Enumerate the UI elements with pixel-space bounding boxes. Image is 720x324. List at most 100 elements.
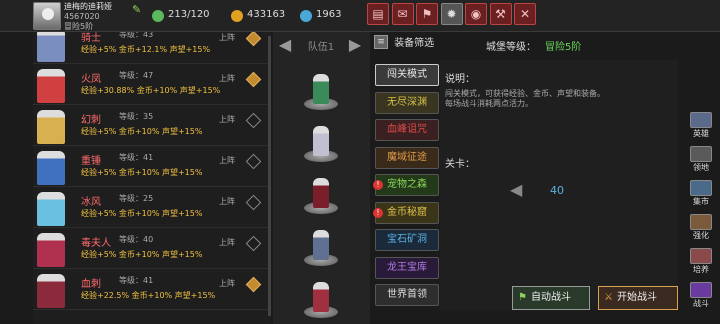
hero-list: 骑士 等级：43 经验+5% 金币+12.1% 声望+15% 上阵 火凤 等级：47 经验+…: [33, 32, 271, 324]
team-prev-icon[interactable]: ◀: [275, 36, 295, 54]
hero-level: 等级：41: [119, 153, 154, 162]
gift-button[interactable]: ⚒: [489, 3, 512, 25]
player-id: 4567020: [64, 12, 100, 21]
castle-level-label: 城堡等级：: [486, 42, 536, 53]
hero-row[interactable]: 冰风 等级：25 经验+5% 金币+10% 声望+15% 上阵: [33, 190, 271, 228]
edit-name-icon[interactable]: ✎: [132, 3, 141, 16]
mode-button[interactable]: 血峰诅咒: [375, 119, 439, 141]
hero-sprite: [37, 192, 65, 226]
hero-stats: 经验+5% 金币+10% 声望+15%: [81, 168, 203, 177]
sidebar-icon: [690, 146, 712, 162]
hero-name: 幻刺: [81, 115, 101, 126]
gold-coin-icon: [231, 10, 243, 22]
mode-button[interactable]: 魔域征途: [375, 146, 439, 169]
team-slot[interactable]: [301, 122, 341, 162]
alert-icon: !: [373, 180, 383, 190]
team-slot[interactable]: [301, 278, 341, 318]
settings-button[interactable]: ✹: [440, 3, 463, 25]
sidebar-item[interactable]: 领地: [686, 146, 716, 174]
rank-button[interactable]: ⚑: [416, 3, 438, 25]
hero-name: 火凤: [81, 74, 101, 85]
info-title: 说明：: [445, 74, 475, 85]
list-icon[interactable]: ≡: [374, 34, 388, 49]
hero-row[interactable]: 血刺 等级：41 经验+22.5% 金币+10% 声望+15% 上阵: [33, 272, 271, 310]
stage-label: 关卡：: [445, 159, 475, 170]
player-avatar[interactable]: [33, 2, 61, 30]
team-slot[interactable]: [301, 226, 341, 266]
hero-name: 冰风: [81, 197, 101, 208]
auto-battle-button[interactable]: ⚑ 自动战斗: [512, 286, 590, 310]
filter-title: 装备筛选: [394, 38, 435, 49]
shop-button[interactable]: ▤: [367, 3, 389, 25]
player-name: 迪梅的迪莉娅: [64, 2, 112, 11]
deploy-label: 上阵: [219, 279, 235, 288]
team-next-icon[interactable]: ▶: [345, 36, 365, 54]
hero-name: 血刺: [81, 279, 101, 290]
hero-sprite: [37, 110, 65, 144]
disabled-button[interactable]: ✕: [514, 3, 536, 25]
hero-row[interactable]: 骑士 等级：43 经验+5% 金币+12.1% 声望+15% 上阵: [33, 32, 271, 64]
filter-header: ≡ 装备筛选: [374, 34, 434, 49]
sidebar-label: 领地: [693, 163, 709, 172]
deploy-toggle-icon[interactable]: [245, 71, 262, 88]
stage-prev-icon[interactable]: ◀: [510, 180, 522, 199]
flag-icon: ⚑: [518, 292, 527, 303]
deploy-toggle-icon[interactable]: [245, 112, 262, 129]
team-slot[interactable]: [301, 174, 341, 214]
mode-button[interactable]: 闯关模式: [375, 64, 439, 86]
mode-button[interactable]: 世界首领: [375, 284, 439, 306]
deploy-label: 上阵: [219, 238, 235, 247]
sidebar-label: 强化: [693, 231, 709, 240]
deploy-label: 上阵: [219, 33, 235, 42]
mode-button[interactable]: 龙王宝库: [375, 256, 439, 279]
hero-row[interactable]: 毒夫人 等级：40 经验+5% 金币+10% 声望+15% 上阵: [33, 231, 271, 269]
sidebar-item[interactable]: 战斗: [686, 282, 716, 310]
hero-level: 等级：43: [119, 32, 154, 39]
hero-list-scrollbar[interactable]: [268, 36, 271, 316]
sidebar-item[interactable]: 英雄: [686, 112, 716, 140]
hero-sprite: [37, 151, 65, 185]
deploy-toggle-icon[interactable]: [245, 153, 262, 170]
deploy-label: 上阵: [219, 197, 235, 206]
sidebar-item[interactable]: 培养: [686, 248, 716, 276]
start-battle-button[interactable]: ⚔ 开始战斗: [598, 286, 678, 310]
stage-value: 40: [550, 184, 564, 197]
sidebar-label: 集市: [693, 197, 709, 206]
mode-button[interactable]: 无尽深渊: [375, 91, 439, 114]
team-slot[interactable]: [301, 70, 341, 110]
hero-stats: 经验+5% 金币+10% 声望+15%: [81, 250, 203, 259]
resource-value: 433163: [247, 9, 286, 20]
sidebar-icon: [690, 112, 712, 128]
sidebar-item[interactable]: 强化: [686, 214, 716, 242]
hero-level: 等级：40: [119, 235, 154, 244]
mode-button[interactable]: 宠物之森: [375, 174, 439, 196]
crossed-swords-icon: ⚔: [604, 292, 613, 303]
hero-figure-icon: [313, 282, 329, 312]
info-desc-2: 每场战斗消耗两点活力。: [445, 99, 533, 108]
castle-level-value: 冒险5阶: [545, 42, 582, 53]
deploy-toggle-icon[interactable]: [245, 276, 262, 293]
hero-row[interactable]: 火凤 等级：47 经验+30.88% 金币+10% 声望+15% 上阵: [33, 67, 271, 105]
hero-level: 等级：47: [119, 71, 154, 80]
hero-name: 毒夫人: [81, 238, 111, 249]
hero-sprite: [37, 32, 65, 62]
hero-name: 骑士: [81, 33, 101, 44]
hero-row[interactable]: 重锤 等级：41 经验+5% 金币+10% 声望+15% 上阵: [33, 149, 271, 187]
gem-icon: [300, 10, 312, 22]
event-button[interactable]: ◉: [465, 3, 487, 25]
mail-button[interactable]: ✉: [391, 3, 414, 25]
sidebar-icon: [690, 282, 712, 298]
hero-stats: 经验+30.88% 金币+10% 声望+15%: [81, 86, 221, 95]
hero-stats: 经验+5% 金币+10% 声望+15%: [81, 209, 203, 218]
sidebar-item[interactable]: 集市: [686, 180, 716, 208]
deploy-toggle-icon[interactable]: [245, 194, 262, 211]
hero-row[interactable]: 幻刺 等级：35 经验+5% 金币+10% 声望+15% 上阵: [33, 108, 271, 146]
hero-name: 重锤: [81, 156, 101, 167]
hero-sprite: [37, 69, 65, 103]
mode-button[interactable]: 金币秘窟: [375, 201, 439, 224]
info-panel: 说明： 闯关模式，可获得经验、金币、声望和装备。 每场战斗消耗两点活力。 关卡：…: [440, 60, 678, 310]
deploy-toggle-icon[interactable]: [245, 235, 262, 252]
team-column: ◀ 队伍1 ▶: [273, 32, 370, 324]
sidebar-icon: [690, 214, 712, 230]
mode-button[interactable]: 宝石矿洞: [375, 229, 439, 251]
